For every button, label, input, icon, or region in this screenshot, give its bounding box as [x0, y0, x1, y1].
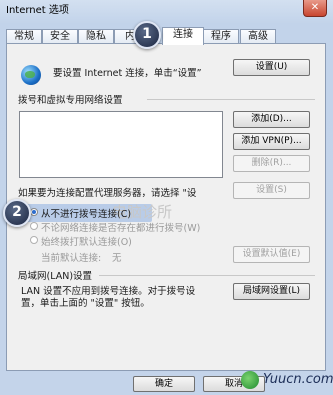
tab-privacy[interactable]: 隐私 [78, 29, 114, 44]
divider [99, 275, 315, 276]
setup-button[interactable]: 设置(U) [233, 59, 310, 76]
set-default-button[interactable]: 设置默认值(E) [233, 246, 310, 263]
add-vpn-button[interactable]: 添加 VPN(P)... [233, 133, 310, 150]
tab-strip: 常规 安全 隐私 内 连接 程序 高级 [6, 27, 324, 45]
add-button[interactable]: 添加(D)... [233, 111, 310, 128]
current-default-value: 无 [112, 253, 122, 264]
lan-settings-button[interactable]: 局域网设置(L) [233, 283, 310, 300]
option-never-dial-label: 从不进行拨号连接(C) [41, 209, 132, 220]
close-button[interactable]: ✕ [303, 0, 327, 17]
step-1-badge: 1 [133, 21, 161, 49]
radio-always-dial[interactable] [30, 236, 38, 244]
option-always-dial-label: 始终拨打默认连接(O) [41, 237, 132, 248]
delete-button[interactable]: 删除(R)... [233, 155, 310, 172]
internet-options-window: Internet 选项 ✕ 常规 安全 隐私 内 连接 程序 高级 1 要设置 … [0, 0, 333, 395]
ok-button[interactable]: 确定 [133, 376, 195, 392]
radio-dial-whenever[interactable] [30, 222, 38, 230]
divider [147, 99, 315, 100]
logo-mark-icon [241, 371, 259, 389]
site-logo: Yuucn.com [241, 369, 333, 391]
globe-icon [21, 65, 41, 85]
proxy-text: 如果要为连接配置代理服务器，请选择 "设 [18, 188, 197, 199]
dialup-heading: 拨号和虚拟专用网络设置 [18, 95, 123, 106]
tab-programs[interactable]: 程序 [203, 29, 239, 44]
setup-text: 要设置 Internet 连接，单击“设置” [53, 68, 202, 79]
tab-advanced[interactable]: 高级 [240, 29, 276, 44]
step-2-badge: 2 [3, 199, 31, 227]
radio-never-dial[interactable] [30, 208, 38, 216]
lan-heading: 局域网(LAN)设置 [18, 271, 93, 282]
logo-text: Yuucn.com [263, 372, 333, 387]
lan-text-line-2: 置，单击上面的 "设置" 按钮。 [21, 298, 150, 309]
tab-general[interactable]: 常规 [6, 29, 42, 44]
tab-security[interactable]: 安全 [42, 29, 78, 44]
window-title: Internet 选项 [6, 5, 69, 16]
current-default-label: 当前默认连接: [41, 253, 102, 264]
tab-connections[interactable]: 连接 [162, 27, 204, 45]
connection-list[interactable] [19, 111, 223, 178]
settings-button[interactable]: 设置(S) [233, 182, 310, 199]
option-dial-whenever-label: 不论网络连接是否存在都进行拨号(W) [41, 223, 201, 234]
